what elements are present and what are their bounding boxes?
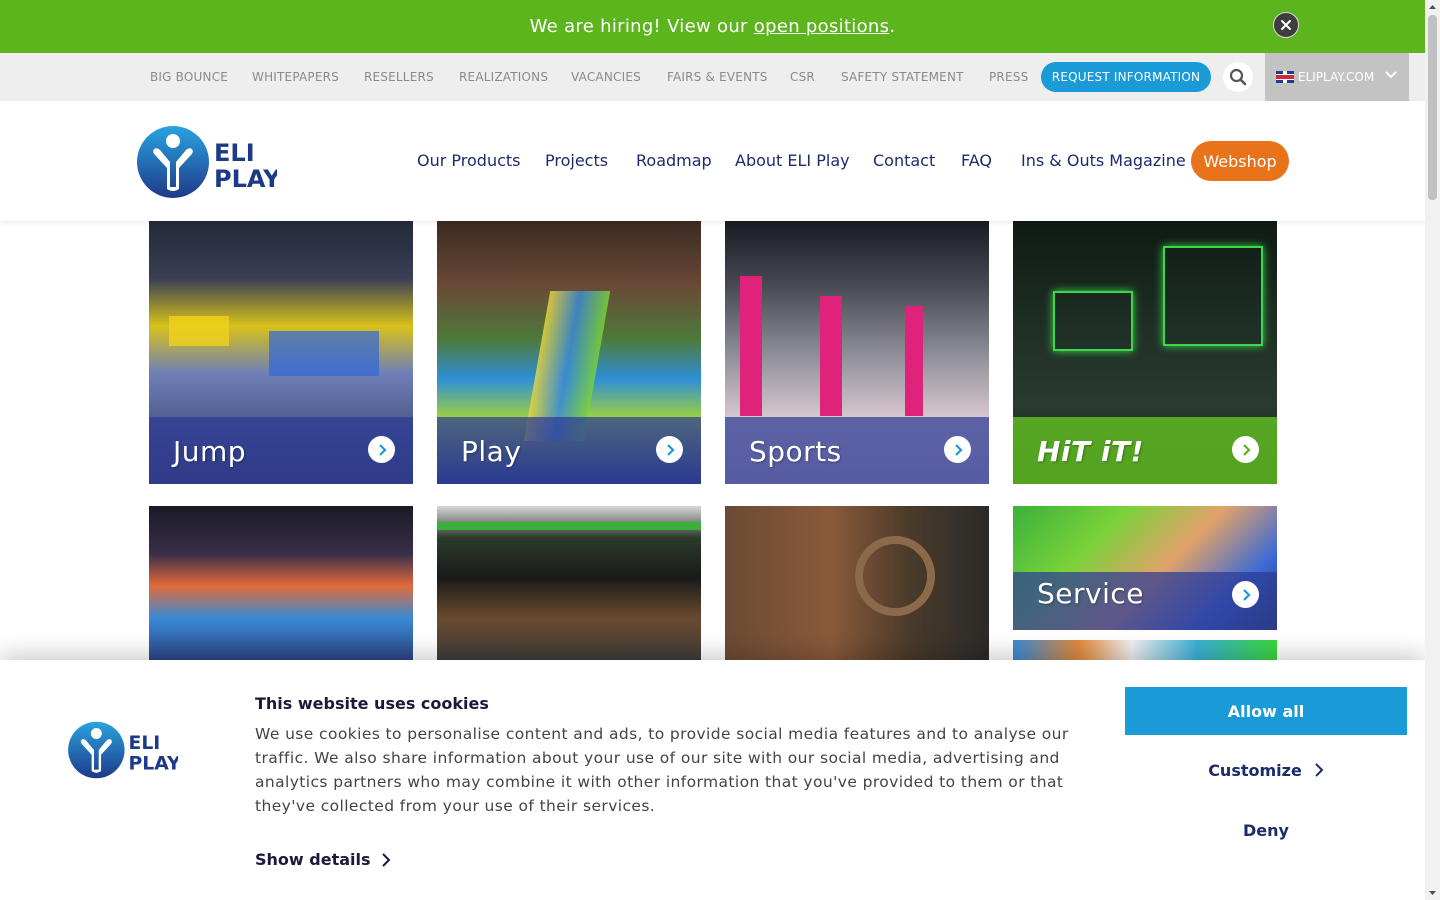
customize-button[interactable]: Customize — [1125, 750, 1407, 790]
allow-all-button[interactable]: Allow all — [1125, 687, 1407, 735]
show-details-link[interactable]: Show details — [255, 850, 391, 869]
cookie-title: This website uses cookies — [255, 694, 489, 713]
tile-decoration — [820, 296, 842, 416]
scroll-up-arrow-icon[interactable] — [1428, 3, 1437, 12]
chevron-down-icon — [1385, 71, 1397, 79]
deny-button[interactable]: Deny — [1125, 810, 1407, 850]
tile-arrow-button[interactable] — [368, 436, 395, 463]
tile-label: Service — [1037, 577, 1144, 610]
customize-label: Customize — [1208, 760, 1302, 780]
svg-text:PLAY: PLAY — [214, 165, 277, 193]
nav-our-products[interactable]: Our Products — [417, 151, 520, 170]
eli-play-logo[interactable]: ELI PLAY — [137, 125, 277, 199]
tile-decoration — [1163, 246, 1263, 346]
util-link-vacancies[interactable]: VACANCIES — [571, 70, 641, 84]
tile-decoration — [1053, 291, 1133, 351]
search-icon — [1229, 68, 1247, 86]
language-selector[interactable]: ELIPLAY.COM — [1265, 53, 1409, 101]
util-link-fairs-events[interactable]: FAIRS & EVENTS — [667, 70, 768, 84]
tile-arrow-button[interactable] — [1232, 581, 1259, 608]
webshop-button[interactable]: Webshop — [1191, 141, 1289, 181]
show-details-label: Show details — [255, 850, 371, 869]
util-link-resellers[interactable]: RESELLERS — [364, 70, 434, 84]
tile-playframe[interactable] — [437, 506, 701, 666]
svg-text:ELI: ELI — [128, 733, 160, 754]
nav-roadmap[interactable]: Roadmap — [636, 151, 712, 170]
util-link-safety-statement[interactable]: SAFETY STATEMENT — [841, 70, 964, 84]
svg-text:PLAY: PLAY — [128, 754, 178, 775]
nav-contact[interactable]: Contact — [873, 151, 935, 170]
cookie-banner: ELI PLAY This website uses cookies We us… — [0, 660, 1425, 900]
tile-label: Sports — [749, 435, 842, 468]
language-label: ELIPLAY.COM — [1298, 70, 1375, 84]
tile-hit-it[interactable]: HiT iT! — [1013, 221, 1277, 484]
chevron-right-icon — [954, 443, 963, 456]
tile-decoration — [269, 331, 379, 376]
util-link-realizations[interactable]: REALIZATIONS — [459, 70, 548, 84]
util-link-press[interactable]: PRESS — [989, 70, 1028, 84]
tile-label: Play — [461, 435, 522, 468]
chevron-right-icon — [666, 443, 675, 456]
tile-themed[interactable] — [725, 506, 989, 666]
util-link-whitepapers[interactable]: WHITEPAPERS — [252, 70, 339, 84]
chevron-right-icon — [1242, 443, 1251, 456]
open-positions-link[interactable]: open positions — [754, 16, 890, 37]
tile-label: Jump — [173, 435, 247, 468]
hiring-text: We are hiring! View our open positions. — [529, 16, 896, 37]
tile-sports[interactable]: Sports — [725, 221, 989, 484]
nav-projects[interactable]: Projects — [545, 151, 608, 170]
tile-service[interactable]: Service — [1013, 506, 1277, 630]
scroll-down-arrow-icon[interactable] — [1428, 888, 1437, 897]
nav-faq[interactable]: FAQ — [961, 151, 992, 170]
chevron-right-icon — [1242, 588, 1251, 601]
search-button[interactable] — [1223, 62, 1253, 92]
tile-play[interactable]: Play — [437, 221, 701, 484]
page-scrollbar[interactable] — [1425, 0, 1440, 900]
utility-nav: BIG BOUNCE WHITEPAPERS RESELLERS REALIZA… — [0, 53, 1425, 101]
nav-magazine[interactable]: Ins & Outs Magazine — [1021, 151, 1186, 170]
scrollbar-thumb[interactable] — [1428, 15, 1437, 200]
close-icon — [1281, 20, 1291, 30]
tile-decoration — [855, 536, 935, 616]
hiring-banner: We are hiring! View our open positions. — [0, 0, 1425, 53]
eli-play-logo: ELI PLAY — [68, 721, 178, 779]
tile-decoration — [905, 306, 923, 416]
tile-decoration — [740, 276, 762, 416]
tile-arrow-button[interactable] — [1232, 436, 1259, 463]
main-nav: ELI PLAY Our Products Projects Roadmap A… — [0, 101, 1425, 221]
tile-arrow-button[interactable] — [944, 436, 971, 463]
tile-decoration — [169, 316, 229, 346]
nav-about[interactable]: About ELI Play — [735, 151, 850, 170]
svg-text:ELI: ELI — [214, 139, 255, 167]
tile-arrow-button[interactable] — [656, 436, 683, 463]
util-link-csr[interactable]: CSR — [790, 70, 815, 84]
tile-jump[interactable]: Jump — [149, 221, 413, 484]
tile-label: HiT iT! — [1037, 435, 1144, 468]
chevron-right-icon — [1315, 763, 1324, 777]
cookie-body-text: We use cookies to personalise content an… — [255, 725, 1069, 815]
chevron-right-icon — [381, 852, 390, 867]
request-information-button[interactable]: REQUEST INFORMATION — [1041, 62, 1211, 92]
chevron-right-icon — [378, 443, 387, 456]
uk-flag-icon — [1276, 71, 1294, 83]
tile-decoration — [437, 522, 701, 530]
util-link-big-bounce[interactable]: BIG BOUNCE — [150, 70, 228, 84]
tile-indoor-park[interactable] — [149, 506, 413, 666]
close-banner-button[interactable] — [1273, 12, 1299, 38]
